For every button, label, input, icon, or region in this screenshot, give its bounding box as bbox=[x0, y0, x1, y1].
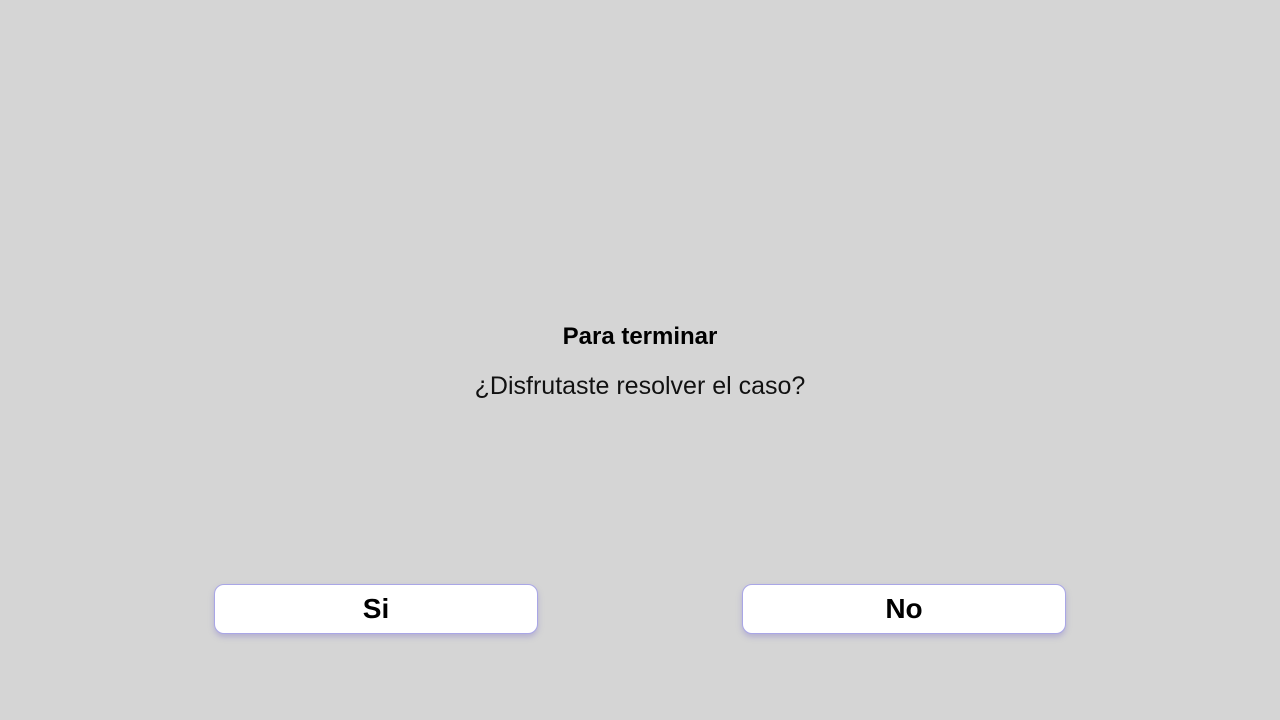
no-button[interactable]: No bbox=[742, 584, 1066, 634]
yes-button[interactable]: Si bbox=[214, 584, 538, 634]
survey-screen: Para terminar ¿Disfrutaste resolver el c… bbox=[0, 0, 1280, 720]
survey-question: ¿Disfrutaste resolver el caso? bbox=[474, 372, 806, 400]
page-title: Para terminar bbox=[562, 323, 718, 350]
